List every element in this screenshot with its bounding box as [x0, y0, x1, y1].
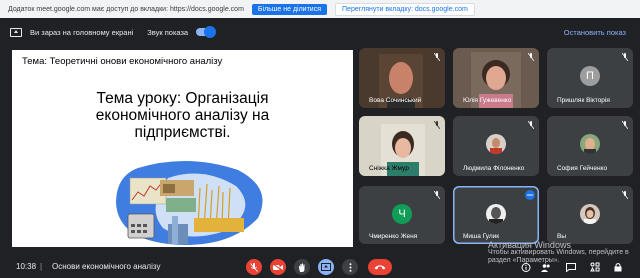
- mic-off-icon: [622, 191, 628, 199]
- participant-photo: [580, 134, 600, 154]
- more-options-icon[interactable]: [525, 190, 535, 200]
- tab-sharing-bar: Додаток meet.google.com має доступ до вк…: [0, 0, 640, 18]
- participant-name: Чмиренко Женя: [369, 233, 418, 240]
- participant-tile[interactable]: Ч Чмиренко Женя: [359, 186, 445, 244]
- audio-toggle[interactable]: [196, 26, 217, 38]
- separator: |: [40, 262, 43, 271]
- stop-presenting-button[interactable]: Остановить показ: [564, 28, 626, 37]
- participant-name: Пришляк Вікторія: [557, 97, 610, 104]
- toggle-knob: [204, 26, 217, 38]
- mic-off-icon: [250, 262, 258, 272]
- participant-name: Юлія Гужевенко: [463, 97, 512, 104]
- avatar: Ч: [392, 204, 412, 224]
- participant-tile-active[interactable]: Миша Гулик: [453, 186, 539, 244]
- switch-tab-button[interactable]: Переглянути вкладку: docs.google.com: [335, 2, 475, 16]
- raise-hand-button[interactable]: [294, 259, 310, 275]
- sharing-message: Додаток meet.google.com має доступ до вк…: [8, 5, 244, 13]
- chat-icon[interactable]: [566, 263, 576, 272]
- people-icon[interactable]: [541, 263, 551, 272]
- presenting-bar: Ви зараз на головному екрані Звук показа…: [0, 22, 640, 42]
- participant-tile[interactable]: Юлія Гужевенко: [453, 48, 539, 108]
- hand-icon: [299, 263, 305, 272]
- lesson-line: Тема уроку: Організація: [96, 90, 269, 107]
- presenting-label: Ви зараз на головному екрані: [30, 27, 134, 37]
- participant-name: Вова Сочинський: [369, 97, 422, 104]
- slide-topic: Тема: Теоретичні онови економічного анал…: [22, 56, 223, 67]
- info-icon[interactable]: [521, 263, 531, 272]
- activities-icon[interactable]: [590, 262, 600, 272]
- hang-up-icon: [374, 265, 386, 270]
- participant-name: Миша Гулик: [463, 233, 500, 240]
- lock-icon[interactable]: [613, 262, 623, 272]
- mic-off-icon: [434, 53, 440, 61]
- present-icon: [321, 263, 331, 271]
- participant-photo: [580, 204, 600, 224]
- participant-tile[interactable]: Людмила Філоненко: [453, 116, 539, 176]
- lesson-line: економічного аналізу на: [95, 107, 270, 124]
- shared-slide: Тема: Теоретичні онови економічного анал…: [12, 50, 353, 247]
- bottom-control-bar: 10:38 | Основи економічного аналізу: [0, 256, 640, 278]
- leave-call-button[interactable]: [368, 259, 392, 275]
- meeting-title: Основи економічного аналізу: [52, 262, 161, 271]
- mic-off-icon: [528, 121, 534, 129]
- participant-photo: [486, 204, 506, 224]
- camera-toggle-button[interactable]: [270, 259, 286, 275]
- clock: 10:38: [16, 262, 37, 271]
- mic-off-icon: [434, 121, 440, 129]
- present-screen-icon: [10, 27, 22, 37]
- mic-off-icon: [622, 53, 628, 61]
- lesson-line: підприємстві.: [134, 124, 231, 141]
- more-options-button[interactable]: [342, 259, 358, 275]
- avatar: П: [580, 66, 600, 86]
- participant-photo: [486, 134, 506, 154]
- mic-toggle-button[interactable]: [246, 259, 262, 275]
- participant-name: Сніжка Жмур: [369, 165, 409, 172]
- participant-tile[interactable]: Вы: [547, 186, 633, 244]
- present-now-button[interactable]: [318, 259, 334, 275]
- participant-tile[interactable]: Вова Сочинський: [359, 48, 445, 108]
- mic-off-icon: [434, 191, 440, 199]
- participant-tile[interactable]: София Гейченко: [547, 116, 633, 176]
- participant-name: Людмила Філоненко: [463, 165, 525, 172]
- participant-tile[interactable]: П Пришляк Вікторія: [547, 48, 633, 108]
- participant-tile[interactable]: Сніжка Жмур: [359, 116, 445, 176]
- watermark-title: Активация Windows: [488, 240, 571, 250]
- more-vert-icon: [349, 262, 351, 272]
- slide-illustration: [116, 160, 263, 245]
- mic-off-icon: [528, 53, 534, 61]
- mic-off-icon: [622, 121, 628, 129]
- slide-lesson-title: Тема уроку: Організація економічного ана…: [12, 90, 353, 141]
- participant-name: София Гейченко: [557, 165, 608, 172]
- audio-label: Звук показа: [147, 27, 189, 37]
- stop-sharing-button[interactable]: Більше не ділитися: [251, 3, 328, 15]
- participant-name: Вы: [557, 233, 567, 240]
- camera-off-icon: [273, 263, 283, 271]
